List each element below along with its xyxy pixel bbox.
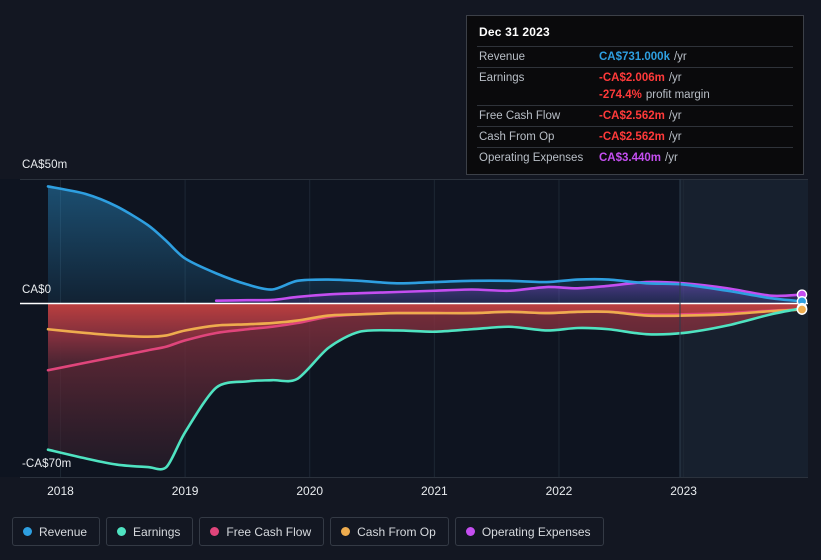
- x-axis-tick-2019: 2019: [171, 484, 199, 498]
- tooltip-row-value-wrap: -274.4% profit margin: [599, 88, 710, 102]
- tooltip-row: Operating Expenses CA$3.440m/yr: [477, 147, 793, 168]
- tooltip-row-suffix: /yr: [668, 131, 682, 143]
- legend-item-earnings[interactable]: Earnings: [106, 517, 194, 546]
- tooltip-row-value: -CA$2.562m: [599, 131, 665, 143]
- y-axis-label-bottom: -CA$70m: [22, 458, 72, 470]
- tooltip-row: Earnings -CA$2.006m/yr: [477, 67, 793, 88]
- tooltip-row-suffix: profit margin: [645, 89, 710, 101]
- tooltip-row: -274.4% profit margin: [477, 88, 793, 105]
- legend-item-label: Revenue: [39, 524, 88, 539]
- x-axis-tick-2023: 2023: [670, 484, 697, 498]
- legend-color-dot-icon: [23, 527, 32, 536]
- legend-item-cash-from-op[interactable]: Cash From Op: [330, 517, 449, 546]
- tooltip-row-value: -CA$2.006m: [599, 72, 665, 84]
- tooltip-row-value-wrap: -CA$2.562m/yr: [599, 130, 682, 144]
- legend-item-label: Earnings: [133, 524, 181, 539]
- tooltip-row: Free Cash Flow -CA$2.562m/yr: [477, 105, 793, 126]
- chart-legend: Revenue Earnings Free Cash Flow Cash From O…: [12, 517, 604, 546]
- tooltip-row-suffix: /yr: [665, 152, 678, 164]
- y-axis-label-top: CA$50m: [22, 159, 68, 171]
- tooltip-row-value-wrap: -CA$2.562m/yr: [599, 109, 682, 123]
- x-axis-tick-2018: 2018: [47, 484, 74, 498]
- tooltip-row-value: -274.4%: [599, 89, 642, 101]
- legend-item-label: Free Cash Flow: [226, 524, 312, 539]
- legend-color-dot-icon: [341, 527, 351, 536]
- tooltip-row-value-wrap: -CA$2.006m/yr: [599, 71, 682, 85]
- tooltip-row-key: Earnings: [479, 72, 525, 84]
- tooltip-row-suffix: /yr: [668, 72, 682, 84]
- legend-item-operating-expenses[interactable]: Operating Expenses: [454, 517, 604, 546]
- y-axis-label-zero: CA$0: [22, 284, 52, 296]
- tooltip-row-suffix: /yr: [673, 51, 687, 63]
- tooltip-row-key: Free Cash Flow: [479, 110, 561, 122]
- x-axis-tick-2020: 2020: [296, 484, 324, 498]
- tooltip-row-value-wrap: CA$731.000k/yr: [599, 50, 687, 64]
- legend-item-revenue[interactable]: Revenue: [12, 517, 101, 546]
- legend-color-dot-icon: [465, 527, 475, 536]
- tooltip-row: Cash From Op -CA$2.562m/yr: [477, 126, 793, 147]
- legend-color-dot-icon: [117, 527, 127, 536]
- tooltip-row-value: -CA$2.562m: [599, 110, 665, 122]
- tooltip-date-title: Dec 31 2023: [479, 25, 550, 39]
- tooltip-row-value: CA$3.440m: [599, 152, 662, 164]
- legend-item-free-cash-flow[interactable]: Free Cash Flow: [199, 517, 325, 546]
- tooltip-row-key: Operating Expenses: [479, 152, 584, 164]
- x-axis-tick-2022: 2022: [545, 484, 573, 498]
- legend-color-dot-icon: [210, 527, 220, 536]
- legend-item-label: Operating Expenses: [481, 524, 591, 539]
- tooltip-row-key: Revenue: [479, 51, 526, 63]
- legend-item-label: Cash From Op: [357, 524, 436, 539]
- tooltip-row-value: CA$731.000k: [599, 51, 670, 63]
- tooltip-row-suffix: /yr: [668, 110, 682, 122]
- x-axis-tick-2021: 2021: [420, 484, 448, 498]
- tooltip-row-value-wrap: CA$3.440m/yr: [599, 151, 678, 165]
- tooltip-rows: Revenue CA$731.000k/yr Earnings -CA$2.006m /…: [477, 46, 793, 168]
- endpoint-cash-from-op: [796, 304, 808, 315]
- tooltip-row: Revenue CA$731.000k/yr: [477, 46, 793, 67]
- data-tooltip-card: Dec 31 2023 Revenue CA$731.000k/yr Earning…: [466, 15, 804, 175]
- endpoint-markers: [796, 289, 808, 315]
- tooltip-row-key: Cash From Op: [479, 131, 555, 143]
